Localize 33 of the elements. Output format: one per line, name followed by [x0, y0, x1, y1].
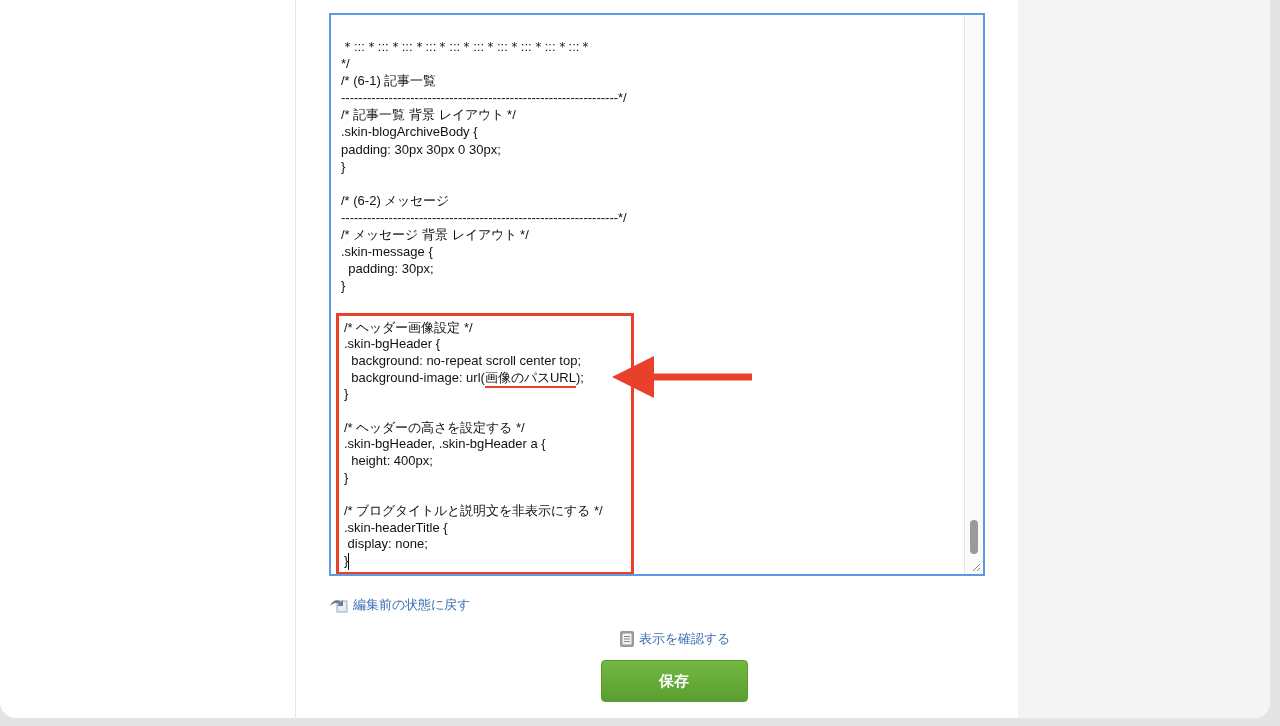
undo-document-icon — [329, 597, 349, 613]
code-line: /* ヘッダー画像設定 */ — [344, 319, 474, 337]
code-line: } — [341, 277, 347, 295]
document-icon — [618, 630, 635, 648]
code-line: .skin-bgHeader { — [344, 336, 442, 353]
code-line: } — [341, 157, 347, 175]
code-line: background: no-repeat scroll center top; — [350, 352, 583, 370]
code-line: ----------------------------------------------------------------*/ — [341, 208, 628, 227]
code-line: padding: 30px; — [347, 260, 435, 278]
code-line: /* 記事一覧 背景 レイアウト */ — [341, 106, 517, 124]
code-line: */ — [341, 55, 351, 73]
code-line: ----------------------------------------------------------------*/ — [341, 89, 628, 107]
scrollbar-thumb[interactable] — [970, 520, 978, 554]
code-line: /* ブログタイトルと説明文を非表示にする */ — [344, 503, 604, 520]
revert-link[interactable]: 編集前の状態に戻す — [329, 596, 470, 614]
css-editor[interactable] — [329, 13, 985, 576]
code-line: /* ヘッダーの高さを設定する */ — [344, 419, 526, 437]
resize-grip-icon[interactable] — [972, 563, 981, 572]
code-line: } — [344, 553, 351, 570]
code-line: display: none; — [346, 536, 429, 554]
code-line: height: 400px; — [350, 453, 434, 470]
code-line: /* メッセージ 背景 レイアウト */ — [341, 226, 530, 244]
code-line: .skin-headerTitle { — [344, 519, 449, 537]
code-line: .skin-bgHeader, .skin-bgHeader a { — [344, 436, 547, 453]
preview-link[interactable]: 表示を確認する — [618, 630, 730, 648]
code-line: /* (6-1) 記事一覧 — [341, 72, 438, 90]
code-line: } — [344, 469, 350, 487]
code-line: .skin-message { — [341, 243, 434, 261]
code-line: .skin-blogArchiveBody { — [341, 123, 479, 141]
code-line: ＊:::＊:::＊:::＊:::＊:::＊:::＊:::＊:::＊:::＊:::＊ — [341, 38, 594, 56]
code-line: } — [344, 386, 350, 403]
code-line: padding: 30px 30px 0 30px; — [341, 140, 502, 158]
code-line: /* (6-2) メッセージ — [341, 191, 451, 209]
